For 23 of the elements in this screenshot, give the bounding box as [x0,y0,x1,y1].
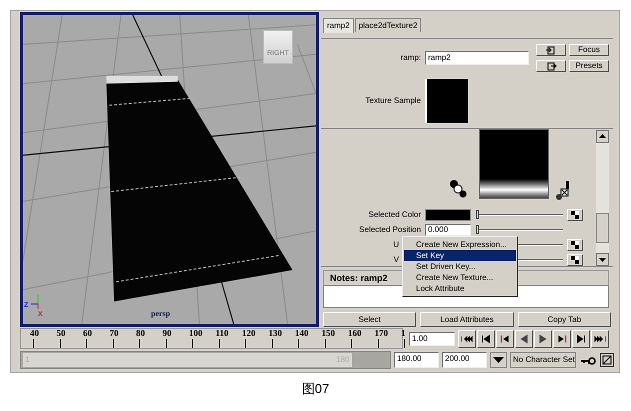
frame-number: 100 [189,329,204,338]
frame-number: 1 [401,329,406,338]
frame-number: 40 [30,329,40,338]
frame-number: 130 [268,329,283,338]
figure-caption: 图07 [302,381,330,396]
frame-number: 50 [56,329,66,338]
frame-number: 150 [322,329,336,338]
camera-label: persp [151,308,170,320]
node-label: ramp: [400,52,422,64]
frame-number: 160 [348,329,362,338]
attribute-label: Selected Position [358,224,422,236]
frame-number: 60 [83,329,93,338]
attribute-label: V [394,255,399,264]
frame-number: 110 [216,329,230,338]
frame-number: 90 [162,329,172,338]
frame-number: 120 [242,329,256,338]
attribute-label: U [393,240,399,249]
attribute-label: Selected Color [368,209,422,221]
frame-number: 80 [136,329,146,338]
texture-sample-label: Texture Sample [364,94,422,107]
frame-number: 70 [110,329,120,338]
frame-number: 140 [295,329,310,338]
frame-number: 170 [374,329,389,338]
